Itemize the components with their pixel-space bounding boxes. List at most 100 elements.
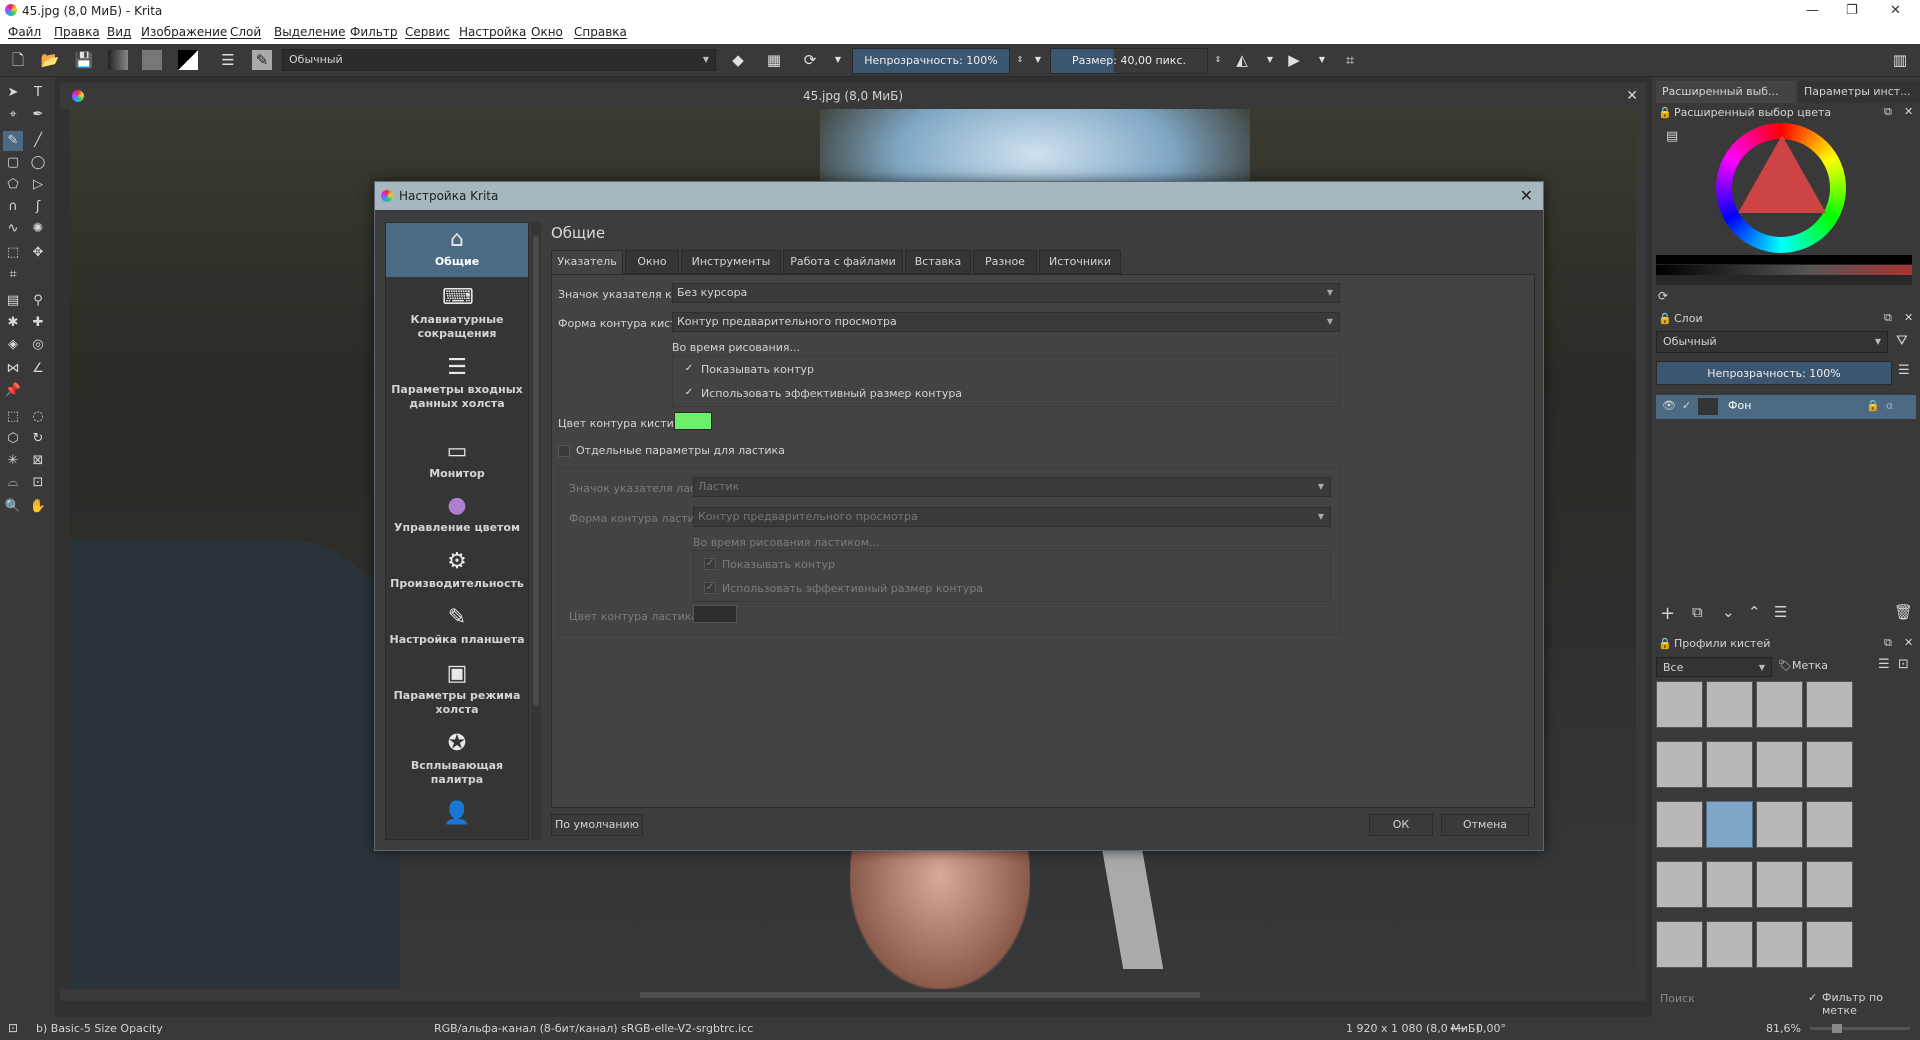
nav-canvas-input[interactable]: ☰ Параметры входных данных холста <box>386 351 528 423</box>
brush-preset-item[interactable] <box>1806 681 1853 728</box>
layer-menu-icon[interactable]: ☰ <box>1898 363 1910 378</box>
enclose-fill-tool-icon[interactable]: ◎ <box>28 335 48 355</box>
brush-preset-item[interactable] <box>1806 921 1853 968</box>
measure-tool-icon[interactable]: ∠ <box>28 359 48 379</box>
menu-window[interactable]: Окно <box>531 25 563 39</box>
dynamic-brush-tool-icon[interactable]: ∿ <box>3 219 23 239</box>
lock-icon[interactable]: 🔒 <box>1658 312 1672 325</box>
polygon-tool-icon[interactable]: ⬠ <box>3 175 23 195</box>
layer-blend-select[interactable]: Обычный ▼ <box>1656 331 1888 353</box>
mirror-horizontal-icon[interactable]: ◭ <box>1232 50 1252 70</box>
float-docker-icon[interactable]: ⧉ <box>1884 636 1892 650</box>
tag-label[interactable]: Метка <box>1792 659 1828 672</box>
close-document-icon[interactable]: ✕ <box>1626 83 1638 109</box>
tab-cursor[interactable]: Указатель <box>551 250 623 275</box>
blend-mode-select[interactable]: Обычный ▼ <box>282 49 716 71</box>
freehand-brush-tool-icon[interactable]: ✎ <box>3 131 23 151</box>
layer-lock-icon[interactable]: 🔒 <box>1866 399 1880 412</box>
nav-general[interactable]: ⌂ Общие <box>386 223 528 277</box>
menu-edit[interactable]: Правка <box>54 25 100 39</box>
chevron-down-icon[interactable]: ▼ <box>1260 50 1280 70</box>
alpha-icon[interactable]: α <box>1886 399 1893 412</box>
brush-preset-item[interactable] <box>1656 681 1703 728</box>
vertical-scrollbar[interactable] <box>1636 109 1646 989</box>
layer-checkbox-icon[interactable]: ✓ <box>1682 399 1691 412</box>
tab-tools[interactable]: Инструменты <box>681 250 781 274</box>
color-history-strip[interactable] <box>1656 255 1912 285</box>
scrollbar-thumb[interactable] <box>640 992 1200 998</box>
menu-filter[interactable]: Фильтр <box>350 25 397 39</box>
brush-preset-item[interactable] <box>1756 741 1803 788</box>
status-zoom[interactable]: 81,6% <box>1766 1017 1801 1040</box>
brush-settings-icon[interactable]: ☰ <box>218 50 238 70</box>
color-settings-icon[interactable]: ▤ <box>1666 129 1678 144</box>
transform-tool-icon[interactable]: ⬚ <box>3 243 23 263</box>
brush-preset-item[interactable] <box>1806 861 1853 908</box>
move-down-icon[interactable]: ⌄ <box>1722 603 1735 621</box>
opacity-spin-icon[interactable]: ⇕ <box>1010 50 1030 70</box>
brush-preset-item[interactable] <box>1806 741 1853 788</box>
alpha-lock-icon[interactable]: ▦ <box>764 50 784 70</box>
filter-icon[interactable]: ⛛ <box>1896 333 1908 349</box>
close-docker-icon[interactable]: ✕ <box>1904 311 1913 324</box>
nav-color-management[interactable]: ● Управление цветом <box>386 489 528 535</box>
rect-select-tool-icon[interactable]: ⬚ <box>3 407 23 427</box>
show-outline-checkbox[interactable]: ✓ <box>683 364 695 376</box>
cancel-button[interactable]: Отмена <box>1441 814 1529 836</box>
menu-help[interactable]: Справка <box>574 25 627 39</box>
move-up-icon[interactable]: ⌃ <box>1748 603 1761 621</box>
brush-outline-select[interactable]: Контур предварительного просмотра ▼ <box>672 312 1340 332</box>
duplicate-layer-icon[interactable]: ⧉ <box>1692 603 1703 621</box>
brush-preset-item[interactable] <box>1806 801 1853 848</box>
refresh-icon[interactable]: ⟳ <box>1658 289 1668 303</box>
nav-performance[interactable]: ⚙ Производительность <box>386 545 528 591</box>
menu-view[interactable]: Вид <box>107 25 131 39</box>
colorize-mask-tool-icon[interactable]: ✱ <box>3 313 23 333</box>
reload-preset-icon[interactable]: ⟳ <box>800 50 820 70</box>
reference-images-tool-icon[interactable]: 📌 <box>3 381 23 401</box>
gradient-selector-icon[interactable] <box>108 50 128 70</box>
brush-preset-item[interactable] <box>1656 741 1703 788</box>
menu-file[interactable]: Файл <box>8 25 41 39</box>
layer-row[interactable]: 👁 ✓ Фон 🔒 α <box>1656 395 1916 419</box>
menu-settings[interactable]: Настройка <box>459 25 526 39</box>
menu-image[interactable]: Изображение <box>141 25 227 39</box>
tab-tool-options[interactable]: Параметры инст... <box>1798 81 1920 103</box>
brush-cursor-icon-select[interactable]: Без курсора ▼ <box>672 283 1340 303</box>
layer-opacity-slider[interactable]: Непрозрачность: 100% <box>1656 361 1892 385</box>
brush-preset-item-selected[interactable] <box>1706 801 1753 848</box>
tab-resources[interactable]: Источники <box>1039 250 1121 274</box>
polyline-tool-icon[interactable]: ▷ <box>28 175 48 195</box>
brush-preset-item[interactable] <box>1706 741 1753 788</box>
brush-preset-item[interactable] <box>1756 681 1803 728</box>
bezier-tool-icon[interactable]: ∩ <box>3 197 23 217</box>
brush-preset-item[interactable] <box>1706 861 1753 908</box>
nav-tablet[interactable]: ✎ Настройка планшета <box>386 601 528 647</box>
menu-select[interactable]: Выделение <box>274 25 345 39</box>
brush-tag-select[interactable]: Все ▼ <box>1656 657 1772 677</box>
wrap-around-icon[interactable]: ⌗ <box>1340 50 1360 70</box>
color-wheel[interactable] <box>1716 123 1846 253</box>
nav-author[interactable]: 👤 <box>386 797 528 837</box>
assistant-tool-icon[interactable]: ⋈ <box>3 359 23 379</box>
open-document-icon[interactable]: 📂 <box>40 50 60 70</box>
brush-search-input[interactable]: Поиск <box>1656 989 1796 1009</box>
ellipse-tool-icon[interactable]: ◯ <box>28 153 48 173</box>
close-dialog-icon[interactable]: ✕ <box>1520 182 1533 210</box>
tab-advanced-color[interactable]: Расширенный выб... <box>1656 81 1796 103</box>
freehand-path-tool-icon[interactable]: ʃ <box>28 197 48 217</box>
nav-shortcuts[interactable]: ⌨ Клавиатурные сокращения <box>386 281 528 340</box>
delete-layer-icon[interactable]: 🗑 <box>1894 603 1913 621</box>
crop-tool-icon[interactable]: ⌗ <box>3 265 23 285</box>
chevron-down-icon[interactable]: ▼ <box>1312 50 1332 70</box>
document-tab[interactable]: 45.jpg (8,0 МиБ) ✕ <box>60 83 1646 109</box>
brush-preset-item[interactable] <box>1756 861 1803 908</box>
new-document-icon[interactable]: 🗋 <box>8 50 28 70</box>
lock-icon[interactable]: 🔒 <box>1658 637 1672 650</box>
import-icon[interactable]: ⊡ <box>1898 657 1909 672</box>
polygon-select-tool-icon[interactable]: ⬡ <box>3 429 23 449</box>
color-triangle[interactable] <box>1738 135 1826 213</box>
edit-shapes-tool-icon[interactable]: ⌖ <box>3 105 23 125</box>
effective-size-checkbox[interactable]: ✓ <box>683 388 695 400</box>
nav-monitor[interactable]: ▭ Монитор <box>386 435 528 481</box>
